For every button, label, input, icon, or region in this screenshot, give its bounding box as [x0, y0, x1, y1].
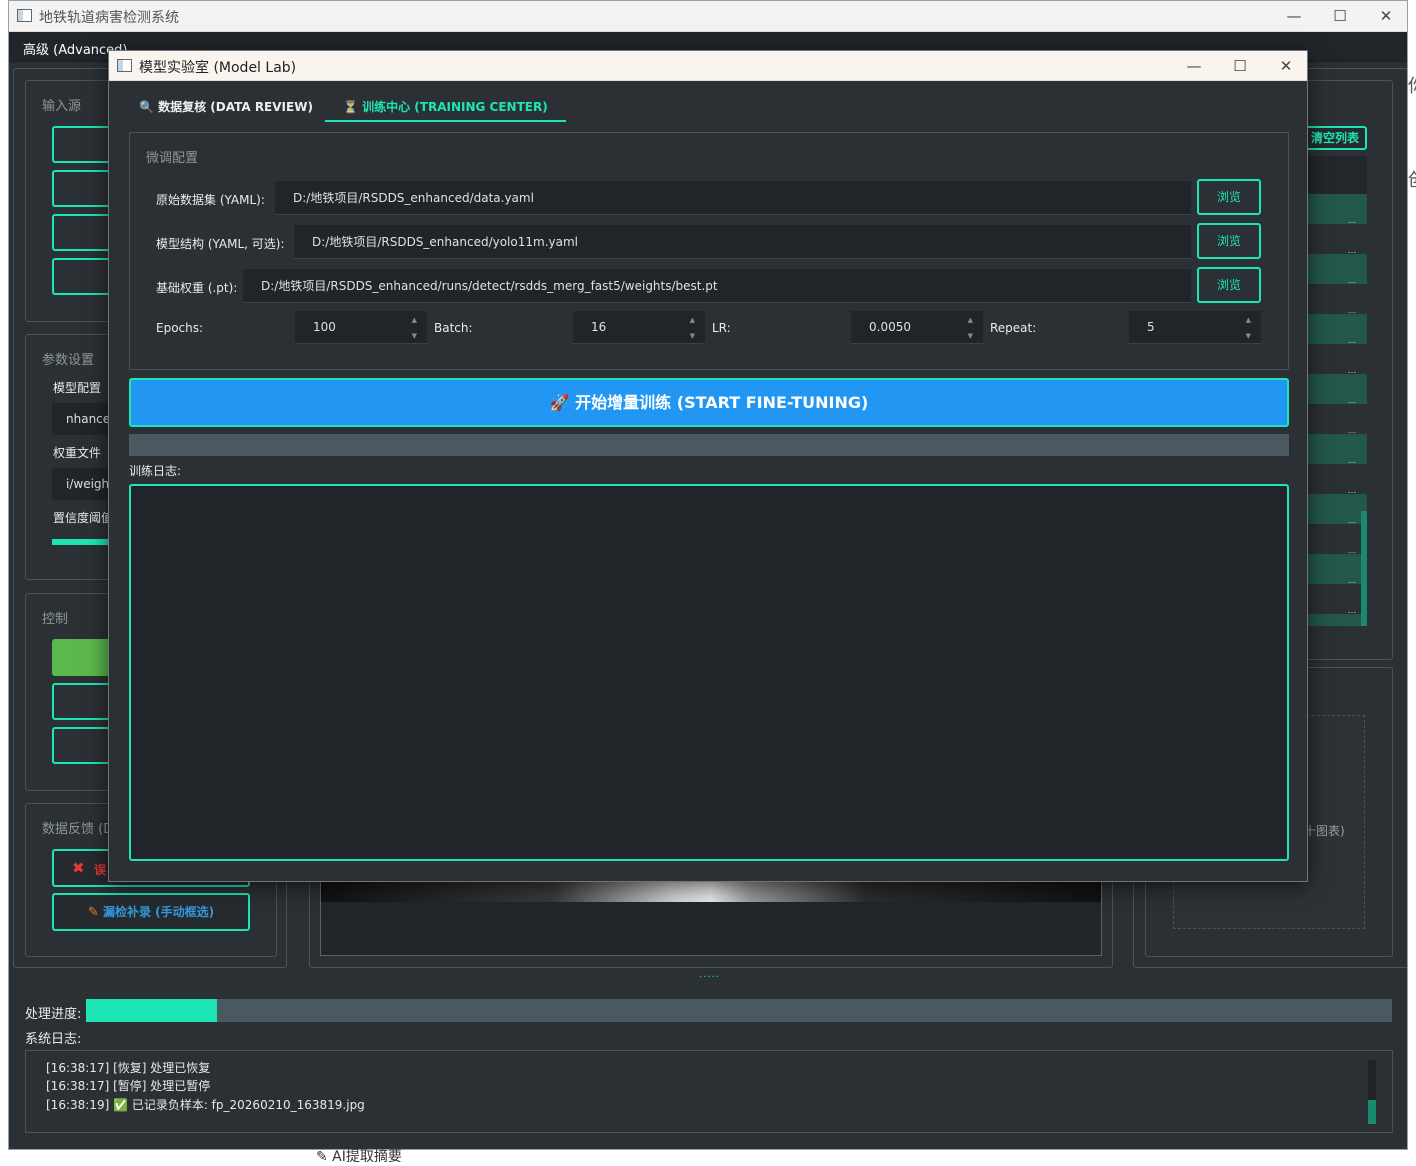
close-icon[interactable]: ✕ [1363, 1, 1407, 31]
control-group-title: 控制 [42, 612, 69, 627]
lr-label: LR: [712, 321, 731, 335]
app-icon [17, 9, 32, 22]
log-scrollbar[interactable] [1368, 1060, 1376, 1124]
params-group-title: 参数设置 [42, 353, 95, 368]
control-button-2[interactable] [52, 683, 110, 720]
epochs-value: 100 [313, 320, 336, 334]
input-button-1[interactable] [52, 126, 110, 163]
background-text: 创 [1408, 166, 1416, 192]
dialog-app-icon [117, 59, 132, 72]
batch-value: 16 [591, 320, 607, 334]
model-structure-browse-button[interactable]: 浏览 [1197, 223, 1261, 259]
repeat-label: Repeat: [990, 321, 1037, 335]
spin-down-icon[interactable]: ▼ [412, 332, 417, 340]
false-positive-label: 误 [94, 863, 107, 877]
rail-image [321, 882, 1101, 902]
lr-value: 0.0050 [869, 320, 911, 334]
finetune-config-group: 微调配置 原始数据集 (YAML): D:/地铁项目/RSDDS_enhance… [129, 132, 1289, 370]
main-title-bar[interactable]: 地铁轨道病害检测系统 — ☐ ✕ [9, 1, 1407, 32]
base-weights-label: 基础权重 (.pt): [156, 281, 238, 295]
model-structure-label: 模型结构 (YAML, 可选): [156, 237, 285, 251]
spin-down-icon[interactable]: ▼ [1246, 332, 1251, 340]
batch-spinbox[interactable]: 16 ▲ ▼ [573, 311, 705, 344]
minimize-icon[interactable]: — [1271, 1, 1317, 31]
dialog-maximize-icon[interactable]: ☐ [1217, 51, 1263, 81]
finetune-config-title: 微调配置 [146, 151, 199, 166]
weights-label: 权重文件 [53, 446, 102, 460]
model-structure-input[interactable]: D:/地铁项目/RSDDS_enhanced/yolo11m.yaml [294, 225, 1191, 259]
image-view [320, 881, 1102, 956]
spin-up-icon[interactable]: ▲ [412, 316, 417, 324]
model-lab-dialog: 模型实验室 (Model Lab) — ☐ ✕ 🔍 数据复核 (DATA REV… [108, 50, 1308, 882]
base-weights-input[interactable]: D:/地铁项目/RSDDS_enhanced/runs/detect/rsdds… [243, 269, 1191, 303]
base-weights-browse-button[interactable]: 浏览 [1197, 267, 1261, 303]
log-line: [16:38:19] ✅ 已记录负样本: fp_20260210_163819.… [46, 1098, 365, 1112]
training-progress-bar [129, 434, 1289, 456]
conf-label: 置信度阈值 [53, 511, 114, 525]
x-icon: ✖ [72, 859, 85, 877]
system-log[interactable]: [16:38:17] [恢复] 处理已恢复 [16:38:17] [暂停] 处理… [25, 1050, 1393, 1133]
spin-down-icon[interactable]: ▼ [690, 332, 695, 340]
control-button-3[interactable] [52, 727, 110, 764]
conf-slider[interactable] [52, 539, 112, 545]
syslog-label: 系统日志: [25, 1032, 82, 1047]
miss-record-label: 漏检补录 (手动框选) [102, 905, 215, 919]
dialog-title-bar[interactable]: 模型实验室 (Model Lab) — ☐ ✕ [109, 51, 1307, 81]
background-text: 你 [1408, 72, 1416, 98]
epochs-spinbox[interactable]: 100 ▲ ▼ [295, 311, 427, 344]
pencil-icon: ✎ [87, 905, 99, 920]
spin-up-icon[interactable]: ▲ [968, 316, 973, 324]
input-button-3[interactable] [52, 214, 110, 251]
start-finetuning-button[interactable]: 🚀 开始增量训练 (START FINE-TUNING) [129, 378, 1289, 427]
training-log[interactable] [129, 484, 1289, 861]
dialog-close-icon[interactable]: ✕ [1263, 51, 1309, 81]
miss-record-button[interactable]: ✎ 漏检补录 (手动框选) [52, 893, 250, 931]
results-table: …………………………………… [1305, 156, 1367, 626]
dialog-title: 模型实验室 (Model Lab) [139, 60, 297, 76]
feedback-group-title: 数据反馈 (D [42, 822, 114, 837]
input-button-2[interactable] [52, 170, 110, 207]
input-group-title: 输入源 [42, 99, 82, 114]
log-line: [16:38:17] [恢复] 处理已恢复 [46, 1061, 211, 1075]
model-config-label: 模型配置 [53, 381, 102, 395]
tab-data-review[interactable]: 🔍 数据复核 (DATA REVIEW) [139, 98, 313, 122]
dataset-input[interactable]: D:/地铁项目/RSDDS_enhanced/data.yaml [275, 181, 1191, 215]
spin-up-icon[interactable]: ▲ [1246, 316, 1251, 324]
progress-label: 处理进度: [25, 1007, 82, 1022]
clear-list-button[interactable]: 清空列表 [1305, 126, 1367, 150]
chart-placeholder-text: 十图表) [1304, 824, 1345, 838]
table-scrollbar[interactable] [1361, 511, 1367, 626]
log-line: [16:38:17] [暂停] 处理已暂停 [46, 1079, 211, 1093]
progress-bar [86, 999, 1392, 1022]
weights-input[interactable]: i/weigh [52, 468, 112, 500]
dialog-minimize-icon[interactable]: — [1171, 51, 1217, 81]
epochs-label: Epochs: [156, 321, 204, 335]
background-text: ✎ AI提取摘要 [316, 1149, 402, 1165]
progress-fill [86, 999, 217, 1022]
log-scrollbar-thumb[interactable] [1368, 1100, 1376, 1124]
repeat-spinbox[interactable]: 5 ▲ ▼ [1129, 311, 1261, 344]
lr-spinbox[interactable]: 0.0050 ▲ ▼ [851, 311, 983, 344]
spin-up-icon[interactable]: ▲ [690, 316, 695, 324]
repeat-value: 5 [1147, 320, 1155, 334]
splitter-handle[interactable]: ..... [699, 969, 720, 980]
input-button-4[interactable] [52, 258, 110, 295]
start-detect-button[interactable] [52, 639, 110, 676]
spin-down-icon[interactable]: ▼ [968, 332, 973, 340]
batch-label: Batch: [434, 321, 473, 335]
model-config-input[interactable]: nhance [52, 403, 112, 435]
maximize-icon[interactable]: ☐ [1317, 1, 1363, 31]
tab-training-center[interactable]: ⏳ 训练中心 (TRAINING CENTER) [325, 98, 566, 122]
dataset-browse-button[interactable]: 浏览 [1197, 179, 1261, 215]
dataset-label: 原始数据集 (YAML): [156, 193, 265, 207]
training-log-label: 训练日志: [129, 464, 182, 478]
main-window-title: 地铁轨道病害检测系统 [39, 10, 179, 26]
